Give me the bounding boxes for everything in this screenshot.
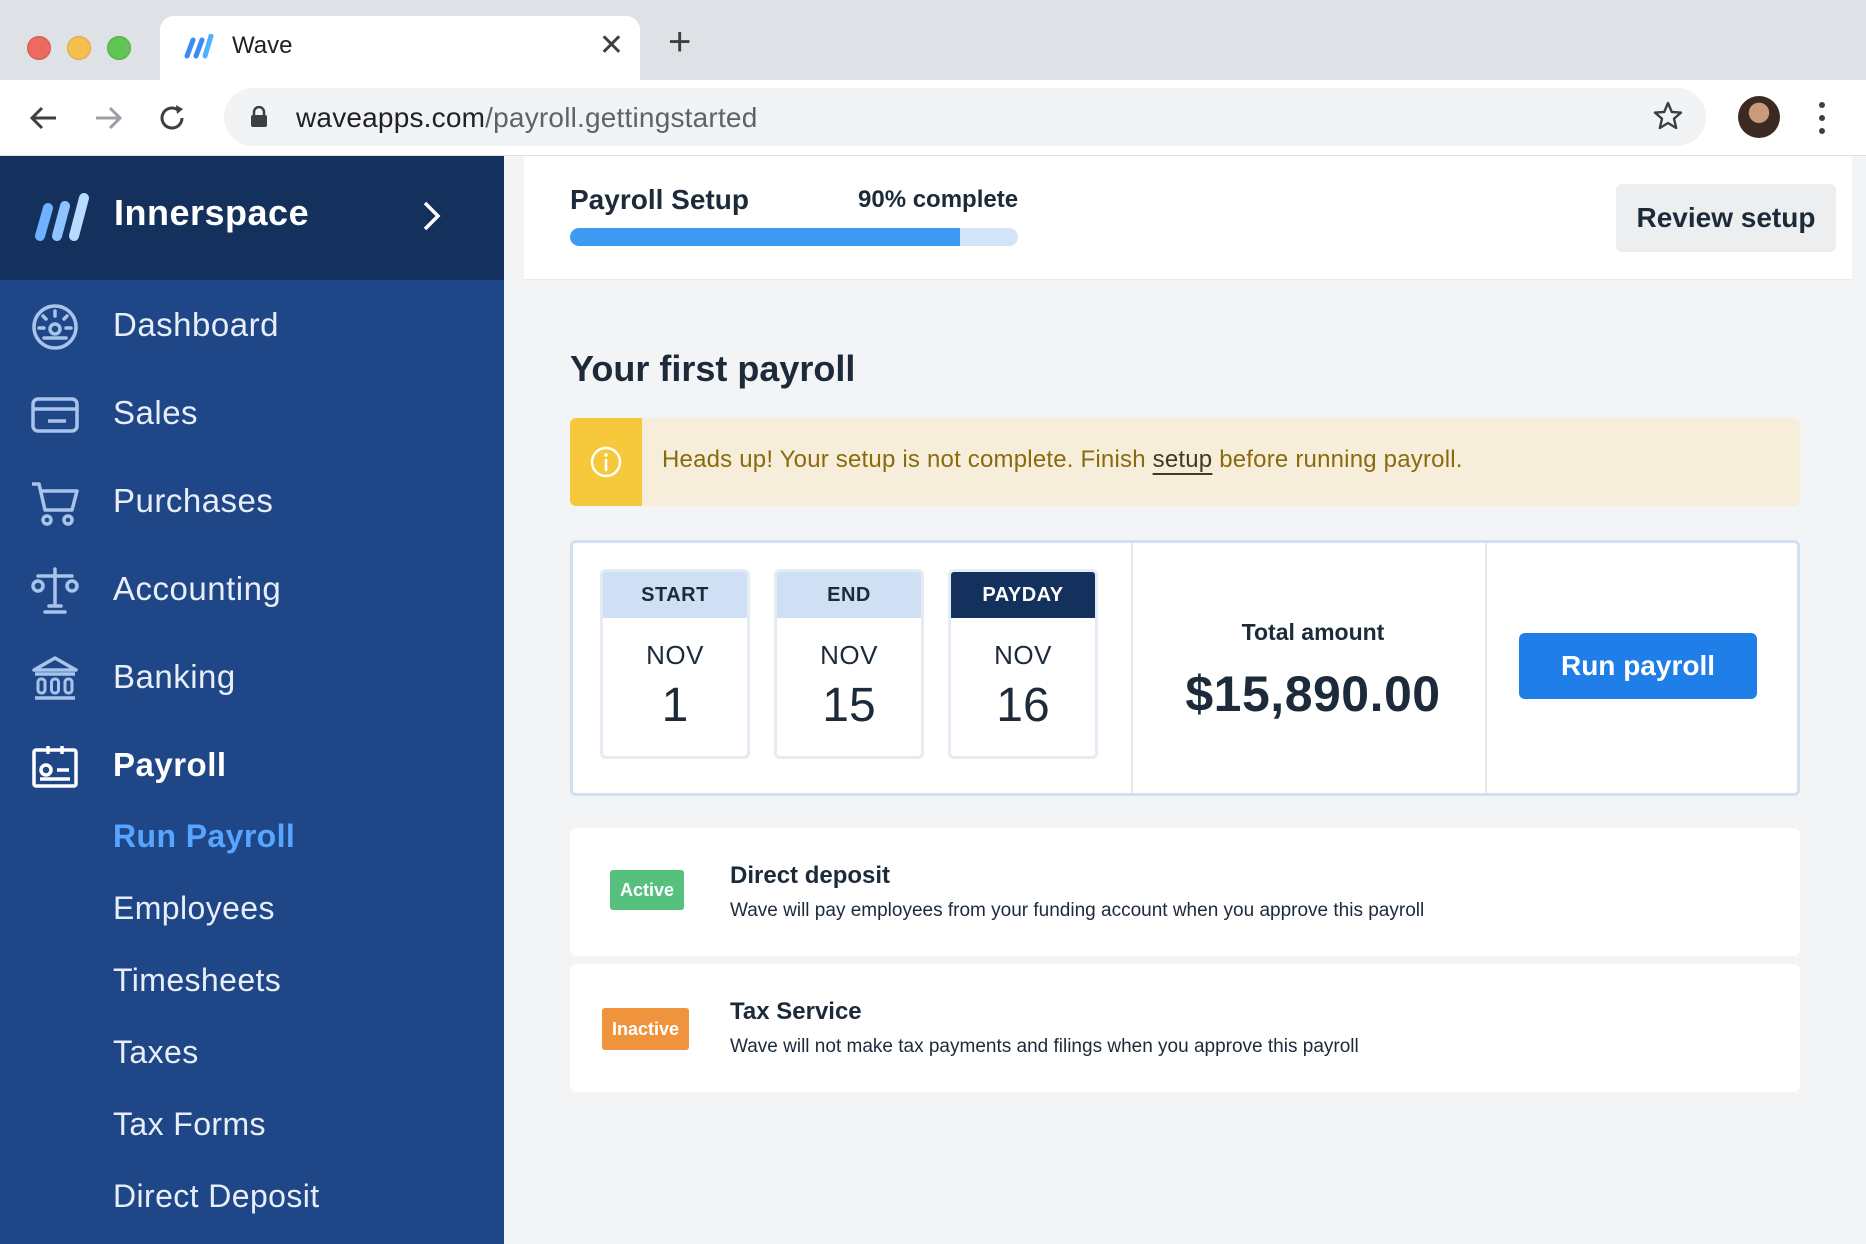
date-month: NOV [994, 640, 1052, 670]
payroll-summary-card: START NOV 1 END NOV 15 PAYDAY NOV 16 Tot… [570, 540, 1800, 796]
direct-deposit-card: Active Direct deposit Wave will pay empl… [570, 828, 1800, 956]
service-title: Tax Service [730, 998, 862, 1025]
subnav-timesheets[interactable]: Timesheets [113, 962, 281, 999]
address-bar[interactable]: waveapps.com/payroll.gettingstarted [224, 88, 1706, 146]
subnav-direct-deposit[interactable]: Direct Deposit [113, 1178, 320, 1215]
arrow-right-icon [96, 106, 123, 130]
sidebar-item-label: Accounting [113, 570, 282, 607]
profile-avatar[interactable] [1738, 96, 1780, 138]
bank-icon [32, 656, 78, 700]
scale-icon [31, 567, 79, 614]
card-icon [31, 397, 79, 433]
subnav-employees[interactable]: Employees [113, 890, 275, 927]
business-name: Innerspace [114, 192, 310, 233]
alert-icon-bar [570, 418, 642, 506]
date-label: START [603, 572, 747, 618]
cart-icon [32, 482, 79, 526]
end-date-box: END NOV 15 [774, 569, 924, 759]
minimize-window-button[interactable] [67, 36, 91, 60]
url-text: waveapps.com/payroll.gettingstarted [296, 102, 757, 134]
sidebar-item-dashboard[interactable]: Dashboard [0, 288, 504, 362]
wave-favicon-icon [184, 34, 214, 59]
lock-icon [251, 106, 267, 127]
setup-link[interactable]: setup [1153, 446, 1213, 473]
maximize-window-button[interactable] [107, 36, 131, 60]
alert-text-after: before running payroll. [1212, 446, 1463, 473]
sidebar-item-label: Payroll [113, 746, 227, 783]
status-badge: Inactive [602, 1008, 690, 1050]
setup-progress-fill [570, 228, 960, 246]
alert-message: Heads up! Your setup is not complete. Fi… [662, 446, 1463, 474]
sidebar-item-payroll[interactable]: Payroll [0, 728, 504, 802]
date-label: PAYDAY [951, 572, 1095, 618]
back-button[interactable] [22, 96, 66, 140]
date-month: NOV [820, 640, 878, 670]
service-description: Wave will pay employees from your fundin… [730, 900, 1425, 921]
browser-menu-icon[interactable] [1810, 98, 1834, 138]
sidebar-item-label: Sales [113, 394, 199, 431]
sidebar-item-label: Purchases [113, 482, 274, 519]
tab-title: Wave [232, 32, 293, 59]
alert-text-before: Heads up! Your setup is not complete. Fi… [662, 446, 1153, 473]
bookmark-star-icon[interactable] [1652, 100, 1684, 132]
service-title: Direct deposit [730, 862, 891, 889]
setup-warning-alert: Heads up! Your setup is not complete. Fi… [570, 418, 1800, 506]
total-amount-label: Total amount [1241, 619, 1385, 645]
date-day: 15 [822, 679, 876, 732]
divider [1485, 543, 1487, 793]
tax-service-card: Inactive Tax Service Wave will not make … [570, 964, 1800, 1092]
arrow-left-icon [29, 106, 56, 130]
business-switcher[interactable]: Innerspace [0, 156, 504, 280]
sidebar-item-banking[interactable]: Banking [0, 640, 504, 714]
sidebar-item-purchases[interactable]: Purchases [0, 464, 504, 538]
subnav-tax-forms[interactable]: Tax Forms [113, 1106, 266, 1143]
sidebar-item-label: Dashboard [113, 306, 279, 343]
id-card-icon [32, 746, 78, 788]
setup-percent: 90% complete [858, 186, 1019, 213]
close-window-button[interactable] [27, 36, 51, 60]
payday-date-box: PAYDAY NOV 16 [948, 569, 1098, 759]
dashboard-icon [32, 304, 78, 350]
browser-tabstrip: Wave ✕ + [0, 0, 1866, 80]
sidebar: Innerspace Dashboard Sales Purchases Acc… [0, 156, 504, 1244]
review-setup-button[interactable]: Review setup [1616, 184, 1836, 252]
info-icon [590, 446, 622, 478]
close-tab-icon[interactable]: ✕ [599, 26, 624, 66]
subnav-taxes[interactable]: Taxes [113, 1034, 199, 1071]
url-domain: waveapps.com [296, 102, 486, 133]
page-title: Your first payroll [570, 348, 856, 389]
wave-logo-icon [35, 193, 89, 241]
date-label: END [777, 572, 921, 618]
payroll-setup-card: Payroll Setup 90% complete Review setup [524, 156, 1852, 280]
total-amount-value: $15,890.00 [1185, 666, 1441, 722]
main-content: Payroll Setup 90% complete Review setup … [504, 156, 1866, 1244]
date-day: 16 [996, 679, 1050, 732]
url-path: /payroll.gettingstarted [485, 102, 758, 133]
subnav-run-payroll[interactable]: Run Payroll [113, 818, 295, 855]
date-day: 1 [661, 679, 689, 732]
sidebar-item-accounting[interactable]: Accounting [0, 552, 504, 626]
date-month: NOV [646, 640, 704, 670]
reload-icon [160, 105, 184, 130]
browser-toolbar: waveapps.com/payroll.gettingstarted [0, 80, 1866, 156]
sidebar-item-label: Banking [113, 658, 236, 695]
new-tab-button[interactable]: + [668, 22, 691, 62]
reload-button[interactable] [150, 96, 194, 140]
service-description: Wave will not make tax payments and fili… [730, 1036, 1359, 1057]
setup-title: Payroll Setup [570, 184, 749, 215]
start-date-box: START NOV 1 [600, 569, 750, 759]
browser-tab[interactable]: Wave ✕ [160, 16, 640, 80]
forward-button[interactable] [86, 96, 130, 140]
app-root: Innerspace Dashboard Sales Purchases Acc… [0, 156, 1866, 1244]
status-badge: Active [610, 870, 685, 910]
sidebar-item-sales[interactable]: Sales [0, 376, 504, 450]
setup-progress-bar [570, 228, 1018, 246]
chevron-right-icon [423, 201, 441, 231]
run-payroll-button[interactable]: Run payroll [1519, 633, 1757, 699]
